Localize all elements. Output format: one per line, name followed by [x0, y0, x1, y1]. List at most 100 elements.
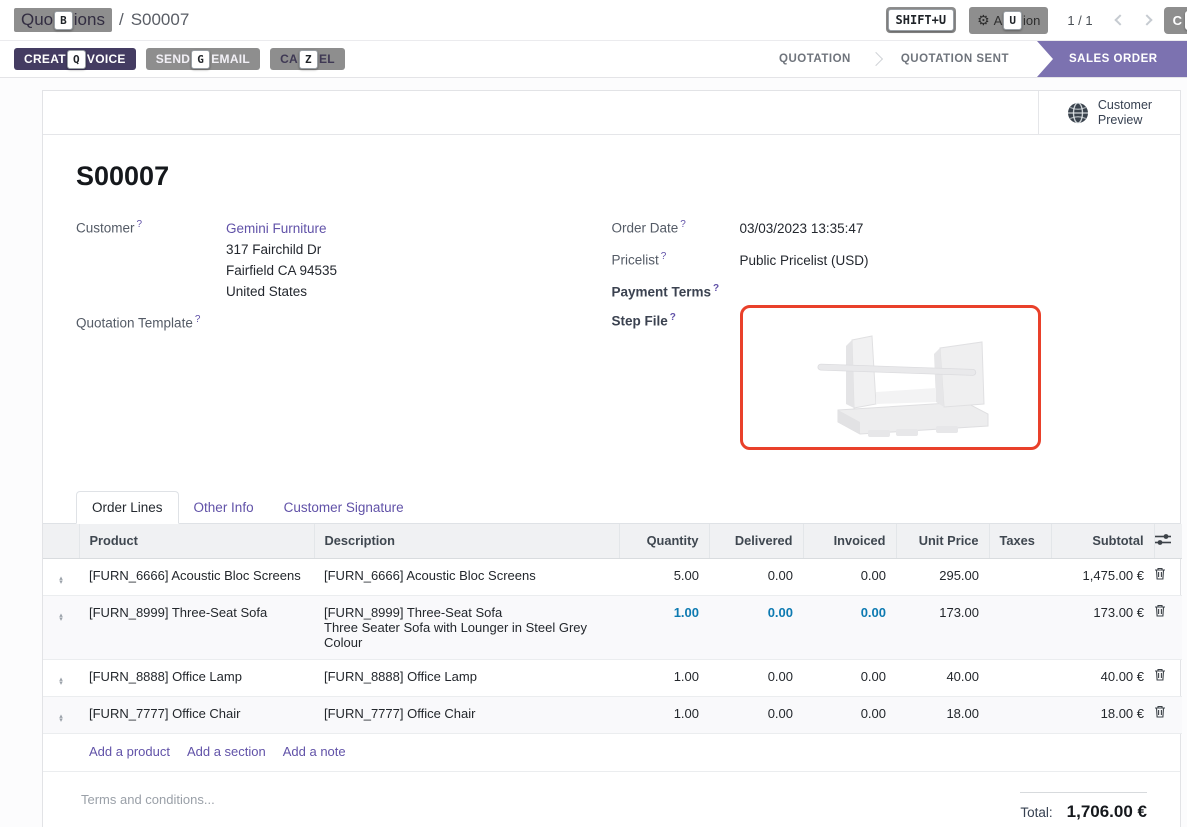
cell-description[interactable]: [FURN_8888] Office Lamp — [314, 659, 619, 696]
pricelist-label: Pricelist? — [612, 250, 740, 271]
send-email-button[interactable]: SENDGEMAIL — [146, 48, 260, 70]
cell-invoiced[interactable]: 0.00 — [803, 696, 896, 733]
trash-icon[interactable] — [1154, 705, 1166, 718]
status-step-quotation-sent[interactable]: QUOTATION SENT — [883, 41, 1027, 77]
cancel-button[interactable]: CAZEL — [270, 48, 345, 70]
tab-order-lines[interactable]: Order Lines — [76, 491, 179, 524]
drag-handle-icon[interactable]: ▴▾ — [59, 678, 63, 687]
pricelist-value[interactable]: Public Pricelist (USD) — [740, 250, 869, 271]
breadcrumb-quotations-link[interactable]: QuoBions — [14, 8, 112, 32]
breadcrumb-separator: / — [119, 10, 124, 30]
description-line1: [FURN_8999] Three-Seat Sofa — [324, 605, 502, 620]
hint-key-badge: Z — [299, 50, 318, 69]
field-customer: Customer? Gemini Furniture 317 Fairchild… — [76, 218, 612, 302]
create-invoice-label-pre: CREAT — [24, 52, 66, 66]
cell-delivered[interactable]: 0.00 — [709, 595, 803, 659]
add-product-link[interactable]: Add a product — [89, 744, 170, 759]
cell-product[interactable]: [FURN_7777] Office Chair — [79, 696, 314, 733]
cell-unit-price[interactable]: 40.00 — [896, 659, 989, 696]
cell-product[interactable]: [FURN_8999] Three-Seat Sofa — [79, 595, 314, 659]
add-note-link[interactable]: Add a note — [283, 744, 346, 759]
cell-unit-price[interactable]: 173.00 — [896, 595, 989, 659]
trash-icon[interactable] — [1154, 567, 1166, 580]
help-tooltip-icon: ? — [195, 314, 201, 325]
customer-preview-label: Customer Preview — [1098, 98, 1152, 128]
cell-delivered[interactable]: 0.00 — [709, 659, 803, 696]
drag-handle-icon[interactable]: ▴▾ — [59, 715, 63, 724]
sheet-footer: Terms and conditions... Total: 1,706.00 … — [43, 772, 1180, 822]
tab-customer-signature[interactable]: Customer Signature — [269, 492, 419, 523]
order-lines-table: Product Description Quantity Delivered I… — [43, 524, 1182, 734]
header-taxes: Taxes — [989, 524, 1051, 559]
field-column-left: Customer? Gemini Furniture 317 Fairchild… — [76, 218, 612, 461]
drag-handle-icon[interactable]: ▴▾ — [59, 577, 63, 586]
tab-other-info[interactable]: Other Info — [179, 492, 269, 523]
cell-taxes[interactable] — [989, 558, 1051, 595]
cell-product[interactable]: [FURN_6666] Acoustic Bloc Screens — [79, 558, 314, 595]
status-step-quotation[interactable]: QUOTATION — [761, 41, 869, 77]
cell-unit-price[interactable]: 295.00 — [896, 558, 989, 595]
cell-subtotal: 18.00 € — [1051, 696, 1154, 733]
order-date-value[interactable]: 03/03/2023 13:35:47 — [740, 218, 864, 239]
cell-quantity[interactable]: 1.00 — [619, 659, 709, 696]
cell-taxes[interactable] — [989, 595, 1051, 659]
breadcrumb: QuoBions / S00007 — [14, 8, 189, 32]
chevron-right-icon[interactable] — [1141, 14, 1152, 25]
add-section-link[interactable]: Add a section — [187, 744, 266, 759]
customer-value: Gemini Furniture 317 Fairchild Dr Fairfi… — [226, 218, 337, 302]
cancel-label-post: EL — [319, 52, 335, 66]
terms-and-conditions-input[interactable]: Terms and conditions... — [81, 792, 215, 807]
cell-description[interactable]: [FURN_7777] Office Chair — [314, 696, 619, 733]
status-bar: QUOTATION QUOTATION SENT SALES ORDER — [761, 41, 1187, 77]
order-date-label: Order Date? — [612, 218, 740, 239]
status-step-sales-order[interactable]: SALES ORDER — [1037, 41, 1187, 77]
chevron-left-icon[interactable] — [1114, 14, 1125, 25]
cell-delivered[interactable]: 0.00 — [709, 696, 803, 733]
action-menu-button[interactable]: ⚙AUion — [969, 7, 1048, 34]
cell-product[interactable]: [FURN_8888] Office Lamp — [79, 659, 314, 696]
drag-handle-icon[interactable]: ▴▾ — [59, 614, 63, 623]
customer-link[interactable]: Gemini Furniture — [226, 221, 327, 236]
cell-description[interactable]: [FURN_8999] Three-Seat Sofa Three Seater… — [314, 595, 619, 659]
order-line-row: ▴▾ [FURN_7777] Office Chair [FURN_7777] … — [43, 696, 1182, 733]
help-tooltip-icon: ? — [713, 283, 719, 294]
shortcut-target-button[interactable]: SHIFT+U — [886, 7, 957, 33]
cell-invoiced[interactable]: 0.00 — [803, 558, 896, 595]
cell-quantity[interactable]: 1.00 — [619, 696, 709, 733]
order-line-row: ▴▾ [FURN_8999] Three-Seat Sofa [FURN_899… — [43, 595, 1182, 659]
total-label: Total: — [1020, 805, 1052, 820]
cell-taxes[interactable] — [989, 696, 1051, 733]
help-tooltip-icon: ? — [670, 312, 676, 323]
cancel-label-pre: CA — [280, 52, 298, 66]
step-file-preview[interactable] — [740, 305, 1041, 450]
cell-description[interactable]: [FURN_6666] Acoustic Bloc Screens — [314, 558, 619, 595]
field-pricelist: Pricelist? Public Pricelist (USD) — [612, 250, 1148, 271]
cell-quantity[interactable]: 5.00 — [619, 558, 709, 595]
cell-delivered[interactable]: 0.00 — [709, 558, 803, 595]
edge-button-label: C — [1173, 13, 1182, 28]
total-value: 1,706.00 € — [1067, 802, 1147, 822]
edge-cutoff-button[interactable]: C — [1164, 7, 1187, 34]
help-tooltip-icon: ? — [661, 251, 667, 262]
form-view-background: Customer Preview S00007 Customer? Gemini… — [0, 78, 1187, 827]
trash-icon[interactable] — [1154, 668, 1166, 681]
cell-invoiced[interactable]: 0.00 — [803, 659, 896, 696]
create-invoice-button[interactable]: CREATQVOICE — [14, 48, 136, 70]
customer-preview-line2: Preview — [1098, 113, 1142, 127]
customer-preview-button[interactable]: Customer Preview — [1038, 91, 1180, 134]
cell-invoiced[interactable]: 0.00 — [803, 595, 896, 659]
notebook-tabs: Order Lines Other Info Customer Signatur… — [43, 491, 1180, 524]
field-column-right: Order Date? 03/03/2023 13:35:47 Pricelis… — [612, 218, 1148, 461]
hint-key-badge: G — [191, 50, 210, 69]
header-options — [1154, 524, 1182, 559]
trash-icon[interactable] — [1154, 604, 1166, 617]
optional-columns-sliders-icon[interactable] — [1155, 533, 1171, 546]
customer-address-line3: United States — [226, 284, 307, 299]
description-line2: Three Seater Sofa with Lounger in Steel … — [324, 620, 609, 650]
hint-key-badge: SHIFT+U — [888, 9, 955, 31]
field-group: Customer? Gemini Furniture 317 Fairchild… — [76, 218, 1147, 461]
cell-taxes[interactable] — [989, 659, 1051, 696]
cell-quantity[interactable]: 1.00 — [619, 595, 709, 659]
header-quantity: Quantity — [619, 524, 709, 559]
cell-unit-price[interactable]: 18.00 — [896, 696, 989, 733]
